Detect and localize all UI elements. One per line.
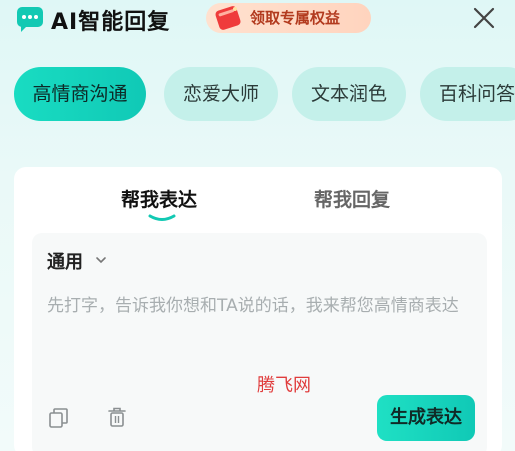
input-panel: 通用 腾飞网 生成表达	[32, 233, 487, 451]
tab-high-eq[interactable]: 高情商沟通	[14, 67, 146, 121]
trash-icon[interactable]	[107, 406, 127, 428]
promo-label: 领取专属权益	[250, 9, 341, 27]
tab-love-master[interactable]: 恋爱大师	[164, 67, 278, 121]
subtab-help-express[interactable]: 帮我表达	[121, 185, 197, 212]
close-icon[interactable]	[472, 6, 496, 30]
category-tabs: 高情商沟通 恋爱大师 文本润色 百科问答	[14, 67, 515, 121]
mode-dropdown[interactable]: 通用	[47, 248, 107, 274]
copy-icon[interactable]	[48, 407, 70, 429]
chat-bubble-icon	[17, 7, 43, 32]
header: AI智能回复 领取专属权益	[0, 0, 515, 40]
message-input[interactable]	[47, 291, 475, 361]
mode-label: 通用	[47, 252, 83, 273]
tab-encyclopedia[interactable]: 百科问答	[420, 67, 515, 121]
gift-icon	[215, 6, 241, 30]
generate-button[interactable]: 生成表达	[377, 395, 475, 441]
watermark-text: 腾飞网	[257, 375, 311, 396]
chevron-down-icon	[96, 257, 107, 264]
app-title: AI智能回复	[51, 10, 171, 35]
subtab-help-reply[interactable]: 帮我回复	[314, 185, 390, 212]
active-tab-indicator	[148, 214, 176, 221]
compose-card: 帮我表达 帮我回复 通用 腾飞网 生成表达	[14, 167, 502, 451]
promo-badge[interactable]: 领取专属权益	[206, 3, 371, 33]
tab-text-polish[interactable]: 文本润色	[292, 67, 406, 121]
